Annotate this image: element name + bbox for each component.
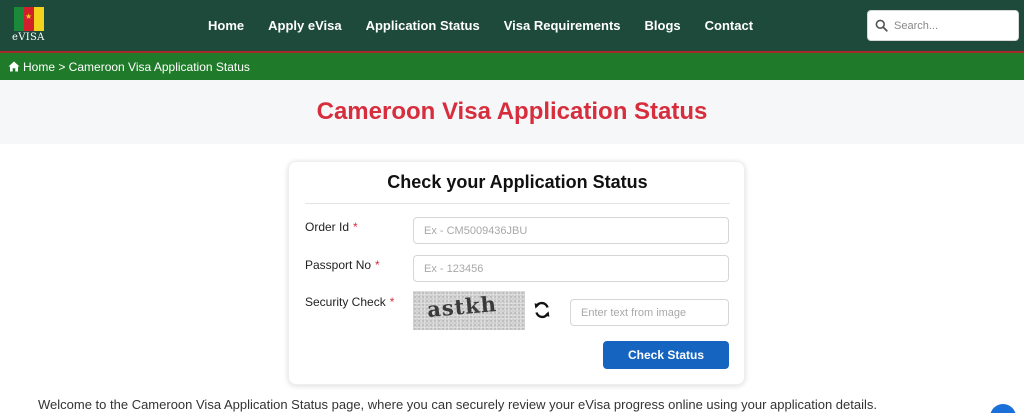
cameroon-flag-icon [14, 7, 44, 31]
passport-no-label: Passport No * [305, 258, 380, 272]
required-mark: * [353, 220, 358, 234]
nav-home-link[interactable]: Home [208, 18, 244, 33]
security-check-label-text: Security Check [305, 295, 386, 309]
nav-contact-link[interactable]: Contact [705, 18, 753, 33]
intro-paragraph: Welcome to the Cameroon Visa Application… [38, 397, 877, 412]
check-status-button[interactable]: Check Status [603, 341, 729, 369]
required-mark: * [375, 258, 380, 272]
required-mark: * [389, 295, 395, 309]
order-id-label-text: Order Id [305, 220, 350, 234]
page-header: Cameroon Visa Application Status [0, 80, 1024, 144]
order-id-label: Order Id * [305, 220, 358, 234]
breadcrumb: Home > Cameroon Visa Application Status [0, 51, 1024, 80]
evisa-logo[interactable]: eVISA [10, 5, 50, 45]
nav-visa-requirements-link[interactable]: Visa Requirements [504, 18, 621, 33]
page-title: Cameroon Visa Application Status [316, 98, 708, 125]
divider [305, 203, 730, 204]
captcha-image: astkh [413, 291, 525, 330]
home-icon[interactable] [8, 61, 20, 72]
search-box[interactable] [867, 10, 1019, 41]
logo-text: eVISA [12, 32, 45, 43]
chat-widget-icon[interactable] [990, 404, 1016, 413]
nav-blogs-link[interactable]: Blogs [645, 18, 681, 33]
search-input[interactable] [894, 19, 1009, 32]
status-form-card: Check your Application Status Order Id * … [288, 161, 745, 385]
order-id-input[interactable] [413, 217, 729, 244]
form-heading: Check your Application Status [387, 172, 648, 192]
nav-application-status-link[interactable]: Application Status [366, 18, 480, 33]
refresh-captcha-icon[interactable] [533, 301, 551, 319]
main-nav: Home Apply eVisa Application Status Visa… [208, 0, 777, 51]
nav-apply-evisa-link[interactable]: Apply eVisa [268, 18, 341, 33]
captcha-input[interactable] [570, 299, 729, 326]
top-navbar: eVISA Home Apply eVisa Application Statu… [0, 0, 1024, 51]
passport-no-input[interactable] [413, 255, 729, 282]
passport-no-label-text: Passport No [305, 258, 372, 272]
breadcrumb-text[interactable]: Home > Cameroon Visa Application Status [23, 60, 250, 74]
security-check-label: Security Check * [305, 295, 394, 309]
search-icon [875, 19, 888, 32]
